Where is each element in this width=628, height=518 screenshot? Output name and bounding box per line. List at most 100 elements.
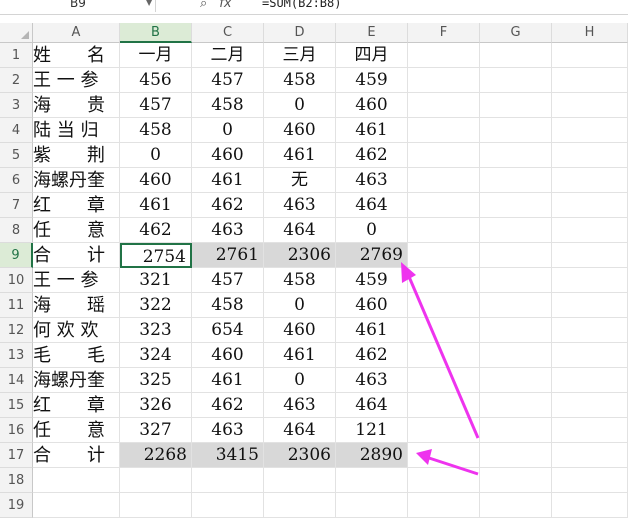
cell-h9[interactable] [552,243,628,268]
cell-a19[interactable] [33,493,120,518]
cell-d14[interactable]: 0 [264,368,336,393]
cell-a3[interactable]: 海 贵 [33,93,120,118]
column-header-c[interactable]: C [192,23,264,43]
cell-e13[interactable]: 462 [336,343,408,368]
cell-g14[interactable] [480,368,552,393]
chevron-down-icon[interactable]: ▼ [146,0,152,7]
cell-h1[interactable] [552,43,628,68]
cell-g9[interactable] [480,243,552,268]
column-header-e[interactable]: E [336,23,408,43]
cell-f19[interactable] [408,493,480,518]
cell-f15[interactable] [408,393,480,418]
cell-c9[interactable]: 2761 [192,243,264,268]
cell-d19[interactable] [264,493,336,518]
cell-d17[interactable]: 2306 [264,443,336,468]
cell-h6[interactable] [552,168,628,193]
column-header-h[interactable]: H [552,23,628,43]
cell-a9[interactable]: 合 计 [33,243,120,268]
cell-e1[interactable]: 四月 [336,43,408,68]
cell-e9[interactable]: 2769 [336,243,408,268]
cell-h11[interactable] [552,293,628,318]
row-header-12[interactable]: 12 [0,318,33,343]
row-header-1[interactable]: 1 [0,43,33,68]
cell-b15[interactable]: 326 [120,393,192,418]
cell-a16[interactable]: 任 意 [33,418,120,443]
cell-h16[interactable] [552,418,628,443]
cell-g10[interactable] [480,268,552,293]
cell-e15[interactable]: 464 [336,393,408,418]
cell-f12[interactable] [408,318,480,343]
row-header-4[interactable]: 4 [0,118,33,143]
cell-c2[interactable]: 457 [192,68,264,93]
cell-c12[interactable]: 654 [192,318,264,343]
cell-d13[interactable]: 461 [264,343,336,368]
cell-h12[interactable] [552,318,628,343]
cell-b17[interactable]: 2268 [120,443,192,468]
cell-f4[interactable] [408,118,480,143]
spreadsheet-grid[interactable]: A B C D E F G H 1 2 3 4 5 6 7 8 9 10 11 12 13 14 15 16 17 18 19 姓 名… [0,0,628,518]
column-header-b[interactable]: B [120,23,192,43]
cell-c3[interactable]: 458 [192,93,264,118]
cell-h13[interactable] [552,343,628,368]
cell-h5[interactable] [552,143,628,168]
cell-d6[interactable]: 无 [264,168,336,193]
cell-c4[interactable]: 0 [192,118,264,143]
row-header-3[interactable]: 3 [0,93,33,118]
row-header-9[interactable]: 9 [0,243,33,268]
cell-b8[interactable]: 462 [120,218,192,243]
cell-f13[interactable] [408,343,480,368]
cell-g12[interactable] [480,318,552,343]
row-header-5[interactable]: 5 [0,143,33,168]
cell-a6[interactable]: 海螺丹奎 [33,168,120,193]
cell-e5[interactable]: 462 [336,143,408,168]
cell-g5[interactable] [480,143,552,168]
cell-b7[interactable]: 461 [120,193,192,218]
cell-g19[interactable] [480,493,552,518]
name-box[interactable]: B9 ▼ [0,0,156,12]
cell-c16[interactable]: 463 [192,418,264,443]
cell-a17[interactable]: 合 计 [33,443,120,468]
cell-f11[interactable] [408,293,480,318]
cell-c17[interactable]: 3415 [192,443,264,468]
cell-b19[interactable] [120,493,192,518]
cell-g4[interactable] [480,118,552,143]
row-header-17[interactable]: 17 [0,443,33,468]
cell-d9[interactable]: 2306 [264,243,336,268]
cell-h19[interactable] [552,493,628,518]
cell-e8[interactable]: 0 [336,218,408,243]
cell-f7[interactable] [408,193,480,218]
cell-d1[interactable]: 三月 [264,43,336,68]
row-header-15[interactable]: 15 [0,393,33,418]
cell-d4[interactable]: 460 [264,118,336,143]
cell-h10[interactable] [552,268,628,293]
magnifier-icon[interactable]: ⌕ [200,0,207,11]
cell-e16[interactable]: 121 [336,418,408,443]
cell-c19[interactable] [192,493,264,518]
cell-e7[interactable]: 464 [336,193,408,218]
cell-h4[interactable] [552,118,628,143]
cell-d8[interactable]: 464 [264,218,336,243]
cell-h7[interactable] [552,193,628,218]
cell-b16[interactable]: 327 [120,418,192,443]
cell-d7[interactable]: 463 [264,193,336,218]
row-header-16[interactable]: 16 [0,418,33,443]
cell-d3[interactable]: 0 [264,93,336,118]
cell-e12[interactable]: 461 [336,318,408,343]
cell-d5[interactable]: 461 [264,143,336,168]
cell-e4[interactable]: 461 [336,118,408,143]
cell-a4[interactable]: 陆 当 归 [33,118,120,143]
cell-a12[interactable]: 何 欢 欢 [33,318,120,343]
row-header-2[interactable]: 2 [0,68,33,93]
cell-a5[interactable]: 紫 荆 [33,143,120,168]
cell-b12[interactable]: 323 [120,318,192,343]
cell-d15[interactable]: 463 [264,393,336,418]
cell-f14[interactable] [408,368,480,393]
cell-e2[interactable]: 459 [336,68,408,93]
cell-c8[interactable]: 463 [192,218,264,243]
cell-e19[interactable] [336,493,408,518]
row-header-6[interactable]: 6 [0,168,33,193]
cell-g15[interactable] [480,393,552,418]
cell-g6[interactable] [480,168,552,193]
cell-b11[interactable]: 322 [120,293,192,318]
cell-b4[interactable]: 458 [120,118,192,143]
